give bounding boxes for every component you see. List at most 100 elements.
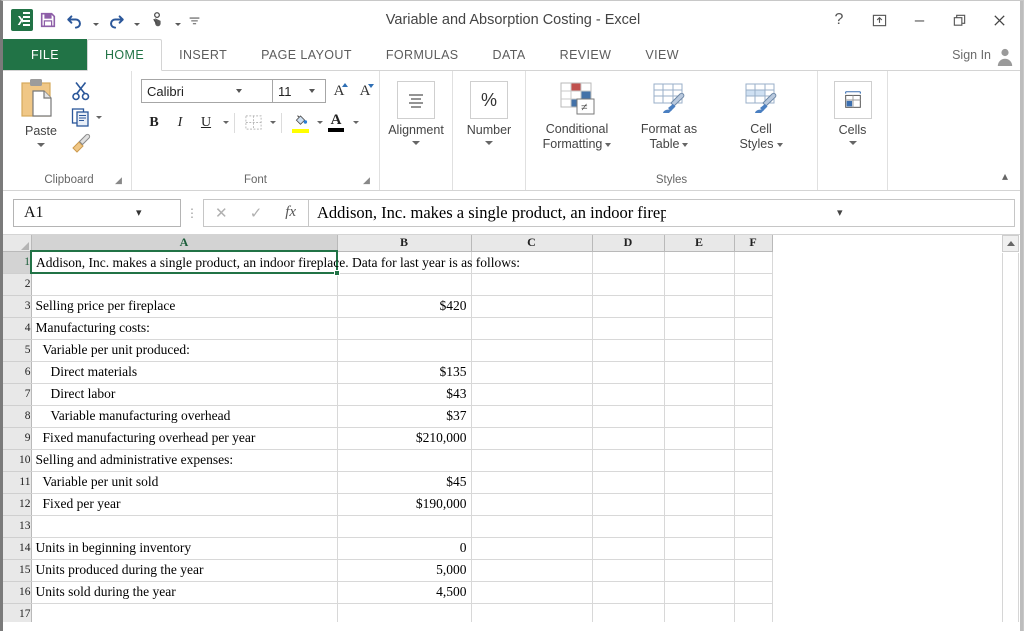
cell-F13[interactable] <box>734 515 773 538</box>
cell-A5[interactable]: Variable per unit produced: <box>31 339 338 362</box>
cell-E2[interactable] <box>664 273 735 296</box>
alignment-dropdown-icon[interactable] <box>412 141 420 145</box>
tab-view[interactable]: VIEW <box>628 39 696 70</box>
tab-data[interactable]: DATA <box>476 39 543 70</box>
tab-review[interactable]: REVIEW <box>543 39 629 70</box>
cell-E3[interactable] <box>664 295 735 318</box>
cell-D15[interactable] <box>592 559 665 582</box>
cell-A1[interactable]: Addison, Inc. makes a single product, an… <box>30 250 520 276</box>
column-header-f[interactable]: F <box>734 235 773 252</box>
column-header-a[interactable]: A <box>31 235 338 252</box>
row-header-15[interactable]: 15 <box>3 559 32 582</box>
font-dialog-launcher-icon[interactable]: ◢ <box>361 175 372 186</box>
cell-C15[interactable] <box>471 559 593 582</box>
customize-qat-icon[interactable] <box>186 7 202 33</box>
insert-function-icon[interactable]: fx <box>273 200 308 226</box>
row-header-11[interactable]: 11 <box>3 471 32 494</box>
cell-D8[interactable] <box>592 405 665 428</box>
cell-A14[interactable]: Units in beginning inventory <box>31 537 338 560</box>
redo-dropdown-icon[interactable] <box>131 7 142 33</box>
alignment-button[interactable]: Alignment <box>385 81 447 145</box>
cells-button[interactable]: Cells <box>823 81 882 145</box>
tab-formulas[interactable]: FORMULAS <box>369 39 476 70</box>
cell-E6[interactable] <box>664 361 735 384</box>
cell-F14[interactable] <box>734 537 773 560</box>
cell-C13[interactable] <box>471 515 593 538</box>
cell-C7[interactable] <box>471 383 593 406</box>
cell-A15[interactable]: Units produced during the year <box>31 559 338 582</box>
row-header-3[interactable]: 3 <box>3 295 32 318</box>
cell-B17[interactable] <box>337 603 472 622</box>
cell-C8[interactable] <box>471 405 593 428</box>
borders-button[interactable] <box>240 110 266 135</box>
decrease-font-size-button[interactable]: A <box>352 79 378 103</box>
cell-F2[interactable] <box>734 273 773 296</box>
cell-D7[interactable] <box>592 383 665 406</box>
cell-E12[interactable] <box>664 493 735 516</box>
cell-D16[interactable] <box>592 581 665 604</box>
vertical-scrollbar[interactable] <box>1002 235 1019 622</box>
cell-B3[interactable]: $420 <box>337 295 472 318</box>
font-size-dropdown-icon[interactable] <box>301 89 324 93</box>
cell-F17[interactable] <box>734 603 773 622</box>
cell-C17[interactable] <box>471 603 593 622</box>
name-box-dropdown-icon[interactable]: ▾ <box>101 206 178 219</box>
cell-A9[interactable]: Fixed manufacturing overhead per year <box>31 427 338 450</box>
formula-input[interactable]: Addison, Inc. makes a single product, an… <box>309 198 1015 227</box>
cell-styles-dropdown-icon[interactable] <box>776 142 783 147</box>
cell-E7[interactable] <box>664 383 735 406</box>
cell-A11[interactable]: Variable per unit sold <box>31 471 338 494</box>
select-all-corner[interactable] <box>3 235 32 252</box>
row-header-8[interactable]: 8 <box>3 405 32 428</box>
cell-B7[interactable]: $43 <box>337 383 472 406</box>
cell-D2[interactable] <box>592 273 665 296</box>
cell-D12[interactable] <box>592 493 665 516</box>
row-header-5[interactable]: 5 <box>3 339 32 362</box>
cell-B12[interactable]: $190,000 <box>337 493 472 516</box>
underline-button[interactable]: U <box>193 110 219 135</box>
paste-button[interactable]: Paste <box>12 77 70 147</box>
copy-dropdown-icon[interactable] <box>96 115 102 119</box>
cancel-formula-icon[interactable]: ✕ <box>204 200 239 226</box>
row-header-12[interactable]: 12 <box>3 493 32 516</box>
column-header-d[interactable]: D <box>592 235 665 252</box>
cell-A13[interactable] <box>31 515 338 538</box>
cell-B2[interactable] <box>337 273 472 296</box>
tab-page-layout[interactable]: PAGE LAYOUT <box>244 39 369 70</box>
name-box[interactable]: A1 ▾ <box>13 198 181 227</box>
cell-B6[interactable]: $135 <box>337 361 472 384</box>
font-name-input[interactable]: Calibri <box>141 79 273 103</box>
format-as-table-dropdown-icon[interactable] <box>682 142 689 147</box>
cells-dropdown-icon[interactable] <box>848 141 857 145</box>
cell-C5[interactable] <box>471 339 593 362</box>
row-header-9[interactable]: 9 <box>3 427 32 450</box>
cell-A2[interactable] <box>31 273 338 296</box>
row-header-2[interactable]: 2 <box>3 273 32 296</box>
row-header-16[interactable]: 16 <box>3 581 32 604</box>
cell-B11[interactable]: $45 <box>337 471 472 494</box>
cell-E14[interactable] <box>664 537 735 560</box>
cell-F6[interactable] <box>734 361 773 384</box>
cell-D14[interactable] <box>592 537 665 560</box>
cell-D4[interactable] <box>592 317 665 340</box>
cell-A16[interactable]: Units sold during the year <box>31 581 338 604</box>
expand-formula-bar-icon[interactable]: ▾ <box>666 206 1015 219</box>
column-header-b[interactable]: B <box>337 235 472 252</box>
touch-mode-dropdown-icon[interactable] <box>172 7 183 33</box>
number-dropdown-icon[interactable] <box>485 141 493 145</box>
column-header-e[interactable]: E <box>664 235 735 252</box>
row-header-10[interactable]: 10 <box>3 449 32 472</box>
cell-D11[interactable] <box>592 471 665 494</box>
cell-B10[interactable] <box>337 449 472 472</box>
cell-F3[interactable] <box>734 295 773 318</box>
cell-F10[interactable] <box>734 449 773 472</box>
cell-C6[interactable] <box>471 361 593 384</box>
clipboard-dialog-launcher-icon[interactable]: ◢ <box>113 175 124 186</box>
cut-button[interactable] <box>70 79 102 103</box>
cell-E8[interactable] <box>664 405 735 428</box>
redo-icon[interactable] <box>104 7 128 33</box>
cell-E15[interactable] <box>664 559 735 582</box>
cell-C14[interactable] <box>471 537 593 560</box>
close-button[interactable] <box>979 3 1019 37</box>
cell-B4[interactable] <box>337 317 472 340</box>
